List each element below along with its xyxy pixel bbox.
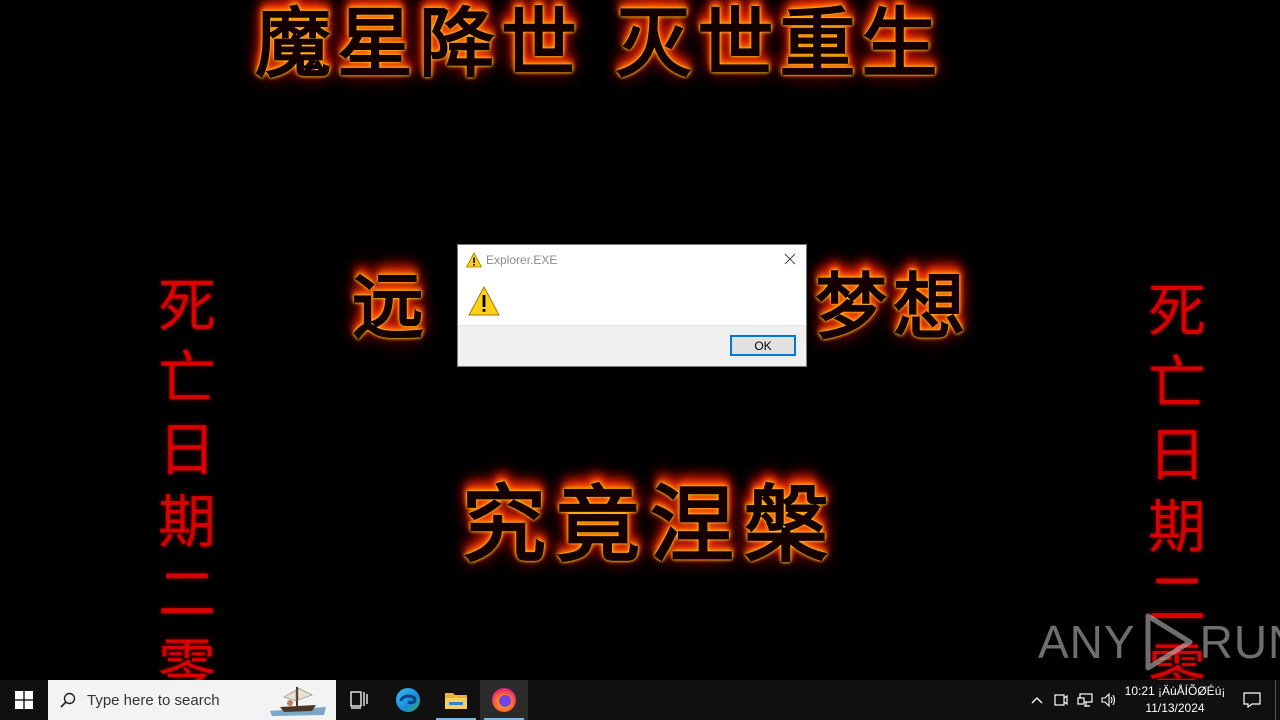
- dialog-titlebar[interactable]: Explorer.EXE: [458, 245, 806, 275]
- taskbar-firefox-button[interactable]: [480, 680, 528, 720]
- vertical-char: 死: [157, 272, 216, 340]
- wallpaper-middle-right: 梦想: [815, 264, 972, 349]
- clock-time: 10:21 ¡ÄùÅÍÕØÉú¡: [1124, 684, 1226, 698]
- wallpaper-middle-left: 远: [352, 264, 431, 349]
- vertical-char: 死: [1147, 277, 1206, 345]
- meet-now-icon: [1054, 694, 1068, 706]
- notification-icon: [1243, 692, 1261, 708]
- vertical-char: 日: [1147, 421, 1206, 489]
- warning-icon: [468, 285, 500, 316]
- taskbar-spacer: [528, 680, 1025, 720]
- vertical-char: 二: [157, 560, 216, 628]
- action-center-button[interactable]: [1229, 680, 1275, 720]
- taskbar: Type here to search 10:21 ¡ÄùÅÍÕØÉú¡ 11/…: [0, 680, 1280, 720]
- tray-network-button[interactable]: [1073, 680, 1097, 720]
- folder-icon: [445, 693, 467, 709]
- taskbar-search-box[interactable]: Type here to search: [48, 680, 336, 720]
- chevron-up-icon: [1031, 697, 1043, 704]
- vertical-char: 日: [157, 416, 216, 484]
- taskbar-file-explorer-button[interactable]: [432, 680, 480, 720]
- firefox-icon: [492, 688, 516, 712]
- wallpaper-vertical-left: 死 亡 日 期 二 零: [152, 270, 222, 680]
- volume-icon: [1101, 693, 1116, 707]
- edge-icon: [396, 688, 420, 712]
- task-view-button[interactable]: [336, 680, 384, 720]
- dialog-footer: OK: [458, 325, 806, 366]
- dialog-title: Explorer.EXE: [486, 253, 558, 267]
- windows-logo-icon: [15, 691, 33, 709]
- search-placeholder: Type here to search: [87, 691, 220, 709]
- tray-meet-now-button[interactable]: [1049, 680, 1073, 720]
- task-view-icon: [350, 691, 368, 709]
- ok-button[interactable]: OK: [730, 335, 796, 356]
- wallpaper-bottom-center: 究竟涅槃: [462, 475, 839, 574]
- tray-volume-button[interactable]: [1097, 680, 1121, 720]
- vertical-char: 零: [157, 632, 216, 680]
- taskbar-edge-button[interactable]: [384, 680, 432, 720]
- close-icon: [784, 253, 796, 265]
- network-icon: [1077, 693, 1093, 707]
- dialog-close-button[interactable]: [774, 245, 806, 273]
- play-icon: [1145, 613, 1193, 671]
- watermark-right-text: RUN: [1199, 616, 1280, 668]
- show-hidden-icons-button[interactable]: [1025, 680, 1049, 720]
- warning-icon: [466, 252, 482, 268]
- vertical-char: 亡: [1147, 349, 1206, 417]
- clock-date: 11/13/2024: [1145, 701, 1205, 715]
- start-button[interactable]: [0, 680, 48, 720]
- show-desktop-button[interactable]: [1275, 680, 1280, 720]
- anyrun-watermark: ANY RUN: [1038, 610, 1280, 674]
- search-icon: [60, 692, 76, 708]
- vertical-char: 期: [1147, 493, 1206, 561]
- message-dialog: Explorer.EXE OK: [457, 244, 807, 367]
- wallpaper-title-top: 魔星降世 灭世重生: [255, 0, 944, 88]
- vertical-char: 亡: [157, 344, 216, 412]
- taskbar-clock[interactable]: 10:21 ¡ÄùÅÍÕØÉú¡ 11/13/2024: [1121, 680, 1229, 720]
- watermark-left-text: ANY: [1038, 616, 1136, 668]
- search-highlight-illustration-icon: [270, 687, 326, 716]
- vertical-char: 期: [157, 488, 216, 556]
